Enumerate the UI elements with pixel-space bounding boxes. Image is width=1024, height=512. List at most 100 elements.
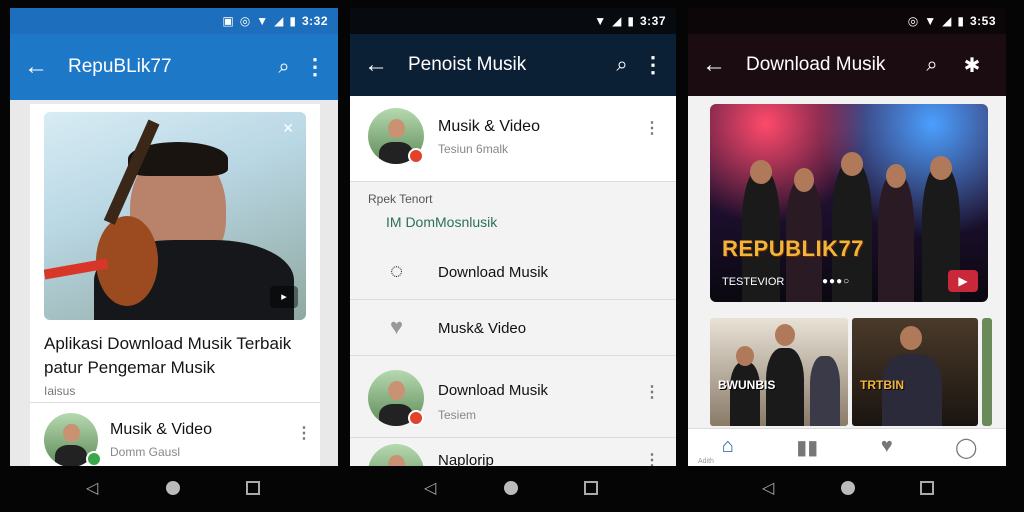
home-icon: ⌂: [721, 435, 734, 457]
list-item-title: Download Musik: [438, 382, 549, 399]
tile-text: BWUNBIS: [718, 378, 776, 392]
heart-icon: ♥: [390, 314, 404, 339]
list-item-title: Musik & Video: [438, 118, 540, 135]
status-bar: ▣ ◎ ▼ ◢ ▮ 3:32: [10, 8, 338, 34]
system-back-icon[interactable]: ◁: [86, 478, 98, 498]
more-vert-icon[interactable]: ⋮: [644, 450, 660, 466]
battery-icon: ▮: [627, 14, 634, 28]
tile-text: TRTBIN: [860, 378, 904, 392]
carousel-dots: ●●●○: [822, 276, 851, 287]
wifi-icon: ▼: [924, 14, 937, 28]
chat-bubble-icon: ◌: [390, 258, 404, 283]
profile-icon: ◯: [955, 437, 978, 459]
status-time: 3:37: [639, 14, 666, 28]
phone-screen-3: ◎ ▼ ◢ ▮ 3:53 ← Download Musik ⌕ ✱ REPUBL…: [688, 8, 1006, 466]
nav-favorites[interactable]: ♥: [847, 429, 927, 466]
app-title: Download Musik: [746, 54, 886, 75]
status-bar: ▼ ◢ ▮ 3:37: [350, 8, 676, 34]
play-icon[interactable]: ▸: [270, 286, 298, 308]
arrow-left-icon[interactable]: ←: [702, 51, 738, 79]
status-bar: ◎ ▼ ◢ ▮ 3:53: [688, 8, 1006, 34]
arrow-left-icon[interactable]: ←: [24, 53, 60, 81]
status-badge: [86, 451, 102, 466]
menu-item-video[interactable]: ♥ Musk& Video: [350, 300, 676, 356]
nav-profile[interactable]: ◯: [927, 429, 1007, 466]
section-sub: IM DomMosnlusik: [386, 214, 498, 230]
search-icon[interactable]: ⌕: [912, 54, 952, 77]
search-icon[interactable]: ⌕: [264, 56, 304, 79]
menu-item-label: Download Musik: [438, 264, 549, 281]
arrow-left-icon[interactable]: ←: [364, 51, 400, 79]
more-vert-icon[interactable]: ⋮: [296, 423, 312, 443]
phone-screen-2: ▼ ◢ ▮ 3:37 ← Penoist Musik ⌕ ⋮ Musik & V…: [350, 8, 676, 466]
status-time: 3:53: [969, 14, 996, 28]
nfc-icon: ▣: [222, 14, 234, 28]
notification-icon: ◎: [239, 14, 251, 28]
nav-library[interactable]: ▮▮: [768, 429, 848, 466]
status-badge: [408, 148, 424, 164]
list-item[interactable]: Naplorip ⋮: [350, 438, 676, 466]
system-back-icon[interactable]: ◁: [762, 478, 774, 498]
app-title: Penoist Musik: [408, 54, 527, 75]
wifi-icon: ▼: [256, 14, 269, 28]
status-badge: [408, 410, 424, 426]
system-back-icon[interactable]: ◁: [424, 478, 436, 498]
more-vert-icon[interactable]: ⋮: [304, 54, 326, 80]
more-vert-icon[interactable]: ⋮: [644, 382, 660, 402]
wifi-icon: ▼: [594, 14, 607, 28]
app-bar: ← Download Musik ⌕ ✱: [688, 34, 1006, 96]
nav-label: Adith: [698, 458, 714, 465]
play-button[interactable]: ▶: [948, 270, 978, 292]
list-item[interactable]: Download Musik Tesiem ⋮: [350, 356, 676, 438]
headline-line-2: patur Pengemar Musik: [44, 358, 216, 377]
system-home-icon[interactable]: [504, 481, 518, 495]
system-home-icon[interactable]: [166, 481, 180, 495]
phone-screen-1: ▣ ◎ ▼ ◢ ▮ 3:32 ← RepuBLik77 ⌕ ⋮ ▸ ✕ Apli…: [10, 8, 338, 466]
section-label: Rpek Tenort: [368, 192, 433, 206]
status-time: 3:32: [301, 14, 328, 28]
notification-icon: ◎: [907, 14, 919, 28]
signal-icon: ◢: [274, 14, 284, 28]
hero-brand: REPUBLIK77: [722, 236, 864, 261]
hero-caption: TESTEVIOR: [722, 276, 785, 288]
heart-icon: ♥: [880, 435, 893, 457]
nav-home[interactable]: ⌂ Adith: [688, 429, 768, 466]
featured-meta: Iaisus: [44, 384, 76, 398]
signal-icon: ◢: [942, 14, 952, 28]
notification-icon[interactable]: ✱: [952, 53, 992, 78]
avatar: [368, 444, 424, 466]
list-item-subtitle: Tesiun 6malk: [438, 142, 509, 156]
list-item[interactable]: Musik & Video Tesiun 6malk ⋮: [350, 96, 676, 182]
close-icon[interactable]: ✕: [282, 120, 294, 137]
menu-item-download[interactable]: ◌ Download Musik: [350, 244, 676, 300]
list-item-title: Naplorip: [438, 452, 494, 466]
featured-card[interactable]: ▸ ✕ Aplikasi Download Musik Terbaik patu…: [30, 104, 320, 402]
battery-icon: ▮: [957, 14, 964, 28]
list-item[interactable]: Musik & Video Domm Gausl ⋮: [30, 402, 320, 466]
featured-image: ▸ ✕: [44, 112, 306, 320]
media-tile[interactable]: BWUNBIS: [710, 318, 848, 426]
signal-icon: ◢: [612, 14, 622, 28]
menu-item-label: Musk& Video: [438, 320, 527, 337]
system-recents-icon[interactable]: [584, 481, 598, 495]
search-icon[interactable]: ⌕: [602, 54, 642, 77]
bottom-navigation: ⌂ Adith ▮▮ ♥ ◯: [688, 428, 1006, 466]
library-icon: ▮▮: [796, 437, 819, 459]
app-bar: ← RepuBLik77 ⌕ ⋮: [10, 34, 338, 100]
list-item-title: Musik & Video: [110, 421, 212, 438]
media-tile[interactable]: TRTBIN: [852, 318, 978, 426]
system-recents-icon[interactable]: [246, 481, 260, 495]
media-tile-partial[interactable]: [982, 318, 992, 426]
app-title: RepuBLik77: [68, 56, 172, 77]
hero-banner[interactable]: REPUBLIK77 TESTEVIOR ●●●○ ▶: [710, 104, 988, 302]
system-recents-icon[interactable]: [920, 481, 934, 495]
headline-line-1: Aplikasi Download Musik Terbaik: [44, 334, 292, 353]
system-home-icon[interactable]: [841, 481, 855, 495]
battery-icon: ▮: [289, 14, 296, 28]
app-bar: ← Penoist Musik ⌕ ⋮: [350, 34, 676, 96]
list-item-subtitle: Domm Gausl: [110, 445, 181, 459]
more-vert-icon[interactable]: ⋮: [644, 118, 660, 138]
featured-headline: Aplikasi Download Musik Terbaik patur Pe…: [44, 332, 314, 380]
list-item-subtitle: Tesiem: [438, 408, 477, 422]
more-vert-icon[interactable]: ⋮: [642, 52, 664, 78]
